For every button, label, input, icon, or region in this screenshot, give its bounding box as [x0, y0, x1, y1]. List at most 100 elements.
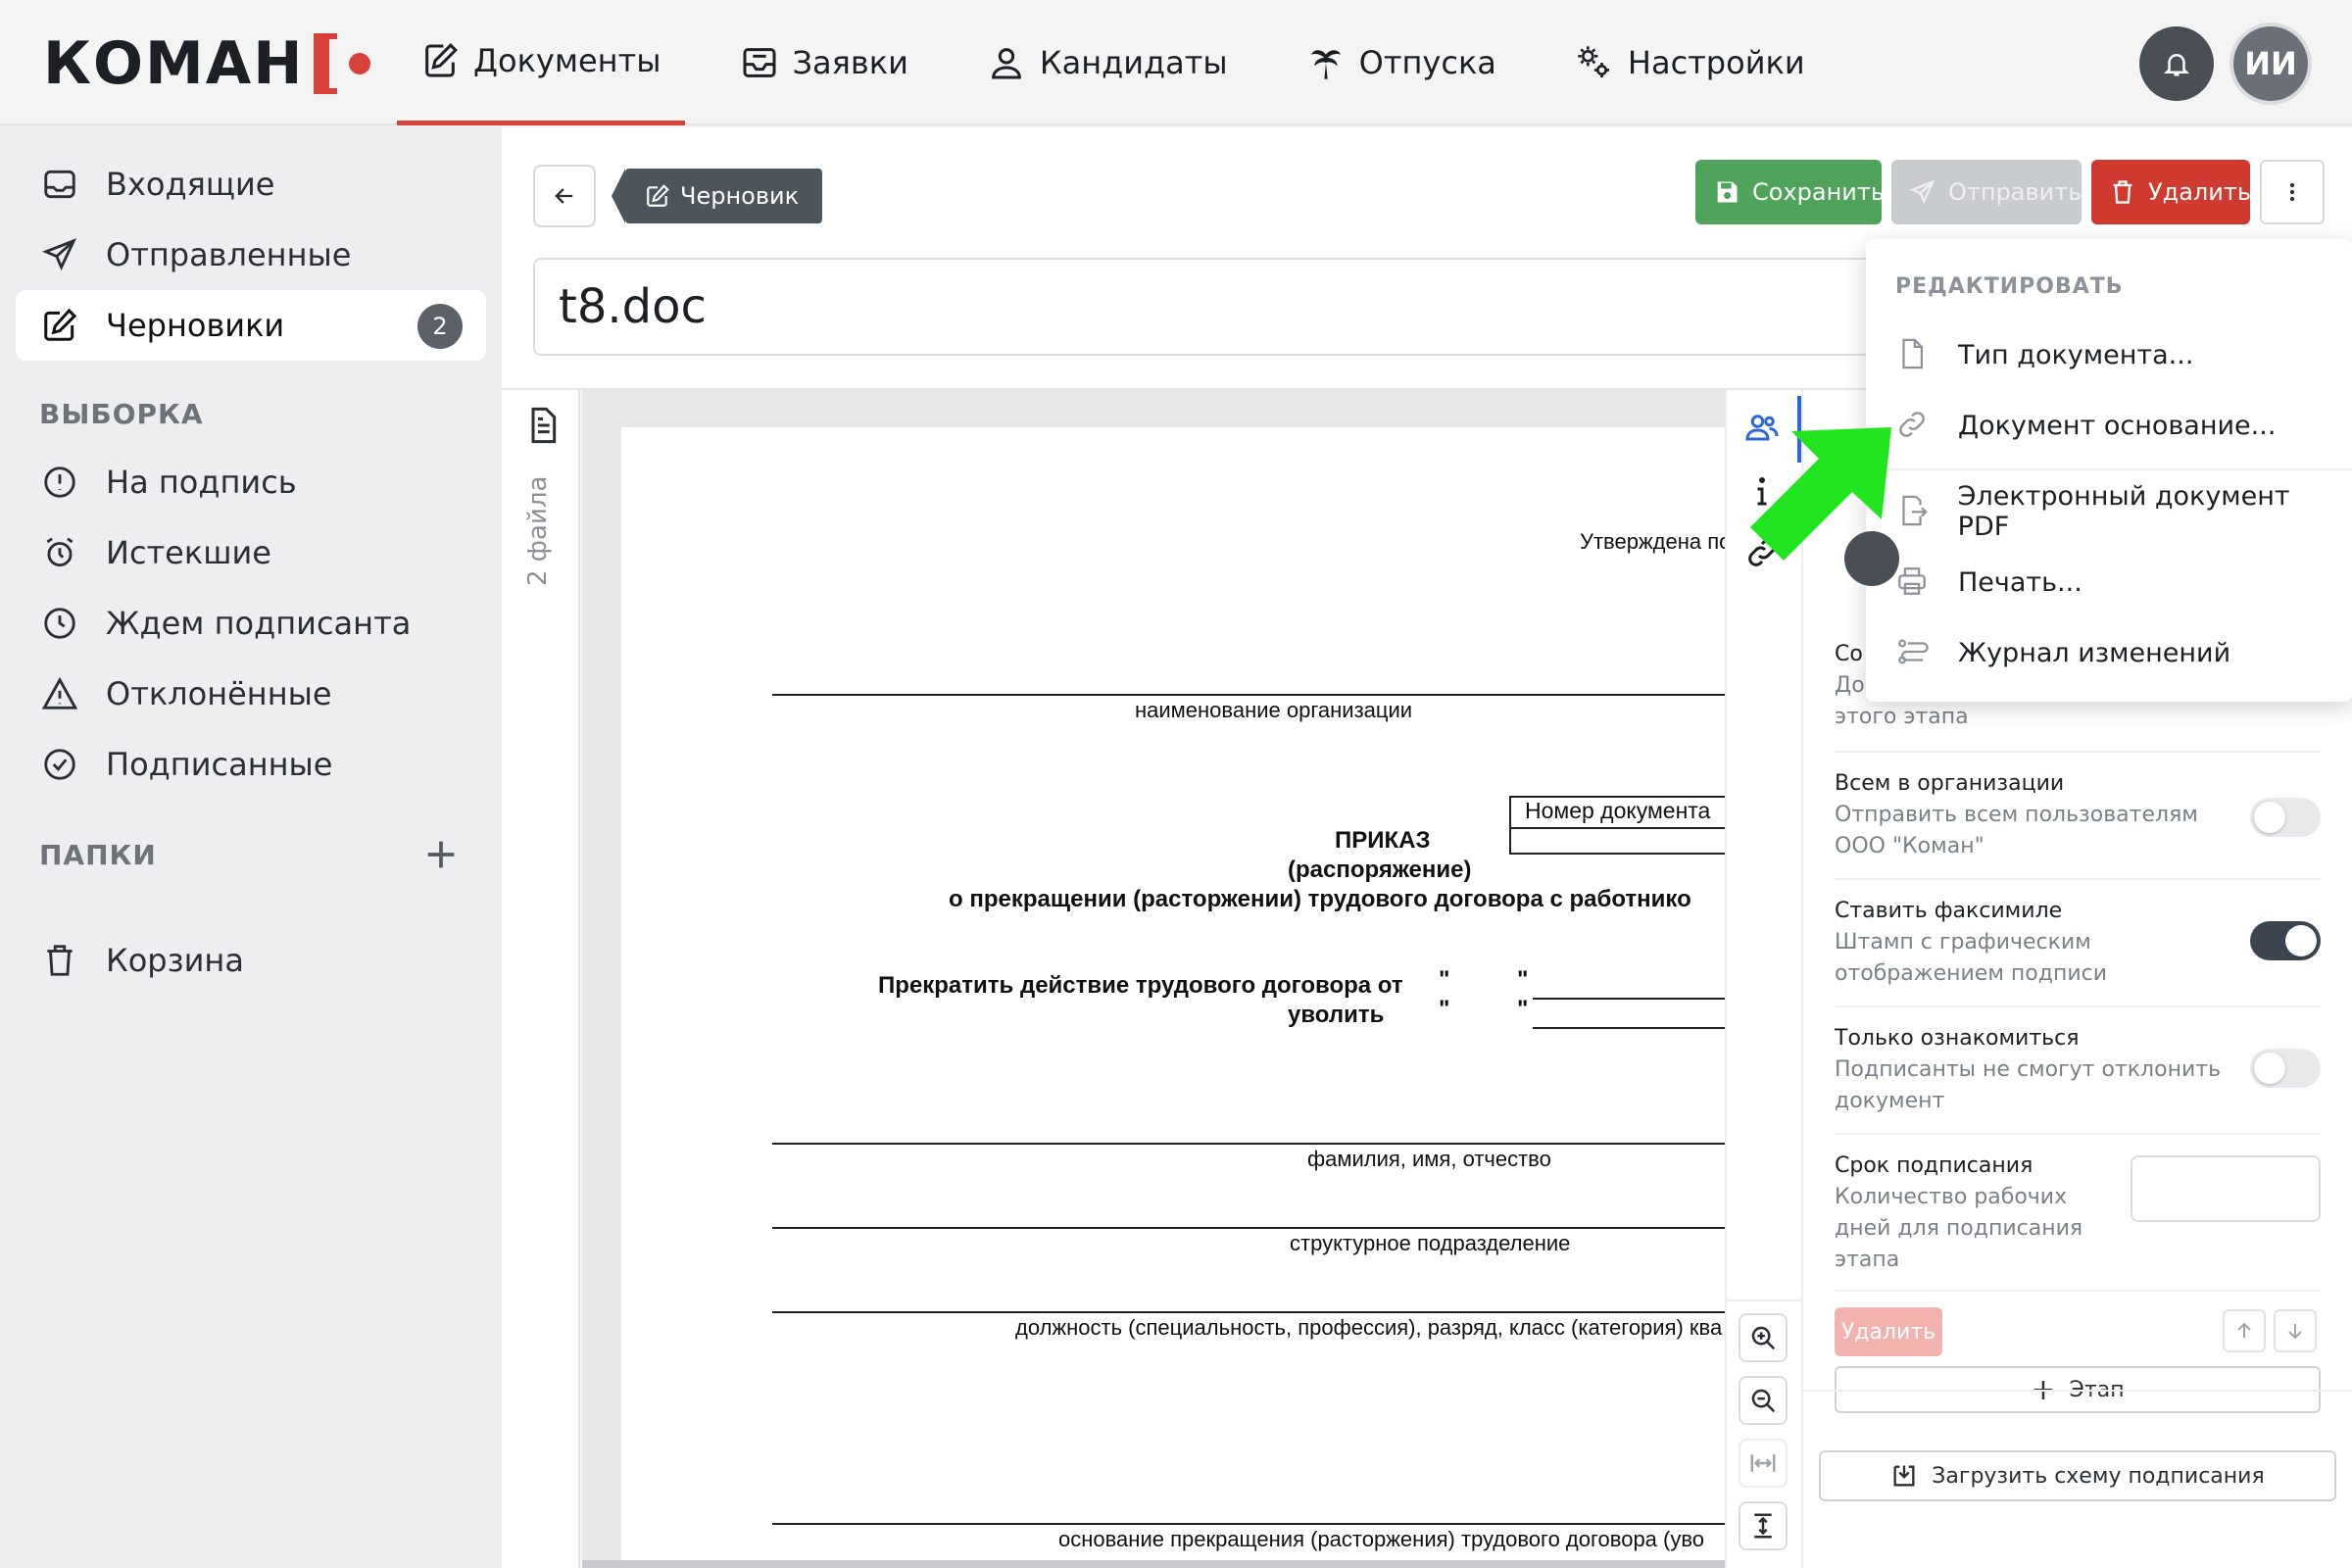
nav-documents-label: Документы	[473, 41, 662, 79]
all-org-toggle[interactable]	[2250, 798, 2321, 837]
logo-bracket-mark	[314, 33, 338, 94]
sidebar-item-label: Ждем подписанта	[106, 605, 412, 642]
zoom-in-button[interactable]	[1739, 1313, 1788, 1362]
back-button[interactable]	[533, 165, 596, 227]
document-edit-icon	[420, 41, 460, 80]
zoom-out-button[interactable]	[1739, 1376, 1788, 1425]
menu-item-document-type[interactable]: Тип документа...	[1895, 325, 2346, 384]
menu-item-label: Журнал изменений	[1958, 637, 2231, 668]
sidebar-item-drafts[interactable]: Черновики 2	[16, 290, 486, 361]
inbox-tray-icon	[740, 43, 779, 82]
sidebar-item-label: Истекшие	[106, 534, 271, 571]
panel-divider	[1803, 1390, 2352, 1392]
menu-item-label: Печать...	[1958, 566, 2082, 598]
sidebar-item-trash[interactable]: Корзина	[16, 925, 486, 996]
signing-days-input[interactable]	[2131, 1155, 2321, 1222]
pencil-square-icon	[41, 307, 78, 344]
horizontal-scrollbar[interactable]	[582, 1560, 1725, 1568]
sidebar-item-sent[interactable]: Отправленные	[16, 220, 486, 290]
vertical-dots-icon	[2278, 178, 2306, 206]
menu-item-label: Электронный документ PDF	[1957, 481, 2290, 542]
doc-dismiss-text: уволить	[1288, 1002, 1385, 1028]
fit-width-icon	[1748, 1448, 1778, 1478]
fit-height-icon	[1748, 1511, 1778, 1541]
document-page: Утверждена по наименование организации Н…	[621, 427, 1725, 1568]
nav-vacations[interactable]: Отпуска	[1283, 0, 1520, 125]
doc-line	[1533, 998, 1725, 1000]
sidebar-item-label: Подписанные	[106, 746, 333, 783]
status-badge-label: Черновик	[680, 182, 800, 210]
doc-dept-caption: структурное подразделение	[1290, 1231, 1571, 1255]
setting-title: Ставить факсимиле	[1835, 899, 2063, 923]
top-bar: КОМАН Документы Заявки Кандидаты Отпуска…	[0, 0, 2352, 125]
person-badge-icon	[987, 43, 1026, 82]
check-circle-icon	[41, 746, 78, 783]
nav-requests[interactable]: Заявки	[716, 0, 932, 125]
user-avatar[interactable]: ИИ	[2233, 26, 2308, 101]
download-tray-icon	[1890, 1462, 1918, 1490]
nav-documents[interactable]: Документы	[397, 0, 685, 125]
setting-row-all-org: Всем в организации Отправить всем пользо…	[1835, 768, 2321, 880]
zoom-in-icon	[1748, 1323, 1778, 1352]
fit-width-button[interactable]	[1739, 1439, 1788, 1488]
drafts-count-badge: 2	[417, 304, 463, 349]
bell-icon	[2162, 49, 2191, 78]
setting-desc: этого этапа	[1835, 705, 1969, 729]
sidebar-item-label: Отклонённые	[106, 675, 332, 712]
doc-fio-caption: фамилия, имя, отчество	[1307, 1147, 1551, 1171]
setting-title: Всем в организации	[1835, 771, 2065, 796]
setting-row-view-only: Только ознакомиться Подписанты не смогут…	[1835, 1023, 2321, 1135]
nav-settings-label: Настройки	[1627, 44, 1805, 81]
save-button[interactable]: Сохранить	[1695, 160, 1885, 224]
doc-number-caption: Номер документа	[1525, 798, 1711, 823]
move-stage-down-button[interactable]	[2274, 1309, 2317, 1352]
move-stage-up-button[interactable]	[2223, 1309, 2266, 1352]
doc-line	[1533, 1027, 1725, 1029]
doc-line	[772, 1227, 1725, 1229]
sidebar-item-waiting-signer[interactable]: Ждем подписанта	[16, 588, 486, 659]
files-count-label[interactable]: 2 файла	[523, 468, 553, 586]
sidebar-item-expired[interactable]: Истекшие	[16, 517, 486, 588]
more-actions-button[interactable]	[2260, 160, 2325, 224]
printer-icon	[1895, 564, 1931, 600]
doc-order-subtitle: (распоряжение)	[1288, 857, 1472, 883]
menu-item-history[interactable]: Журнал изменений	[1895, 623, 2346, 682]
sidebar-item-signed[interactable]: Подписанные	[16, 729, 486, 800]
send-button[interactable]: Отправить	[1891, 160, 2082, 224]
logo[interactable]: КОМАН	[43, 29, 371, 98]
history-log-icon	[1895, 635, 1931, 670]
doc-line	[772, 1143, 1725, 1145]
selection-heading: ВЫБОРКА	[39, 398, 204, 430]
delete-stage-button[interactable]: Удалить	[1835, 1307, 1942, 1356]
doc-quote-mark: "	[1439, 996, 1450, 1022]
notifications-button[interactable]	[2139, 26, 2214, 101]
upload-scheme-button[interactable]: Загрузить схему подписания	[1819, 1450, 2336, 1501]
sidebar-item-rejected[interactable]: Отклонённые	[16, 659, 486, 729]
menu-item-pdf[interactable]: Электронный документ PDF	[1895, 481, 2346, 542]
sidebar-item-to-sign[interactable]: На подпись	[16, 447, 486, 517]
delete-button[interactable]: Удалить	[2091, 160, 2251, 224]
sidebar-item-label: Корзина	[106, 942, 244, 979]
sidebar-item-label: Черновики	[106, 307, 285, 344]
more-actions-menu: РЕДАКТИРОВАТЬ Тип документа... Документ …	[1866, 239, 2352, 702]
file-text-icon	[523, 406, 563, 445]
paper-plane-icon	[41, 236, 78, 273]
facsimile-toggle[interactable]	[2250, 921, 2321, 960]
menu-item-base-document[interactable]: Документ основание...	[1895, 396, 2346, 455]
nav-settings[interactable]: Настройки	[1551, 0, 1829, 125]
nav-candidates[interactable]: Кандидаты	[963, 0, 1251, 125]
sidebar-item-inbox[interactable]: Входящие	[16, 149, 486, 220]
setting-title: Только ознакомиться	[1835, 1026, 2080, 1051]
inbox-icon	[41, 166, 78, 203]
setting-desc: Штамп с графическим отображением подписи	[1835, 930, 2108, 986]
doc-line	[772, 1311, 1725, 1313]
fit-height-button[interactable]	[1739, 1501, 1788, 1550]
view-only-toggle[interactable]	[2250, 1049, 2321, 1088]
nav-candidates-label: Кандидаты	[1039, 44, 1228, 81]
file-icon	[1895, 337, 1931, 372]
add-folder-button[interactable]	[421, 835, 461, 874]
file-list-button[interactable]	[523, 406, 563, 445]
menu-item-print[interactable]: Печать...	[1895, 553, 2346, 612]
nav-requests-label: Заявки	[792, 44, 908, 81]
send-button-label: Отправить	[1948, 178, 2082, 206]
